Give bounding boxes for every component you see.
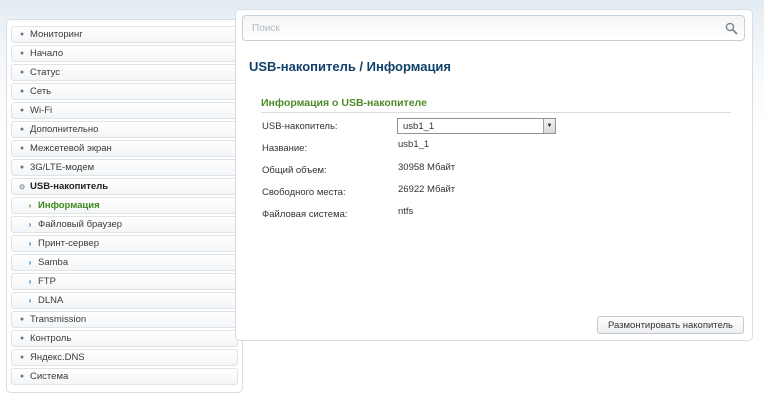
sidebar-item-label: Transmission [30,314,87,325]
sidebar-item-ftp[interactable]: › FTP [11,273,238,290]
chevron-circle-icon: ● [19,145,25,152]
sidebar-item-мониторинг[interactable]: ● Мониторинг [11,26,238,43]
sidebar-item-wi-fi[interactable]: ● Wi-Fi [11,102,238,119]
drive-label: USB-накопитель: [262,121,338,132]
usb-info-section: Информация о USB-накопителе USB-накопите… [261,97,731,221]
expanded-circle-icon: ⊙ [19,183,25,191]
sidebar-item-samba[interactable]: › Samba [11,254,238,271]
sidebar-item-label: DLNA [38,295,64,306]
arrow-right-icon: › [28,277,32,286]
sidebar-item-usb-накопитель[interactable]: ⊙ USB-накопитель [11,178,238,195]
total-label: Общий объем: [262,165,327,176]
sidebar-item-label: Wi-Fi [30,105,53,116]
arrow-right-icon: › [28,201,32,210]
sidebar-item-система[interactable]: ● Система [11,368,238,385]
sidebar-item-label: Принт-сервер [38,238,100,249]
chevron-circle-icon: ● [19,31,25,38]
chevron-circle-icon: ● [19,88,25,95]
sidebar-item-3g-lte-модем[interactable]: ● 3G/LTE-модем [11,159,238,176]
name-row: Название: usb1_1 [261,139,731,161]
name-label: Название: [262,143,308,154]
sidebar-item-label: Межсетевой экран [30,143,112,154]
search-box[interactable] [242,15,745,41]
free-row: Свободного места: 26922 Мбайт [261,181,731,201]
free-label: Свободного места: [262,187,346,198]
drive-select[interactable]: usb1_1 ▼ [397,118,556,134]
sidebar-item-label: FTP [38,276,56,287]
arrow-right-icon: › [28,296,32,305]
drive-row: USB-накопитель: usb1_1 ▼ [261,118,731,141]
sidebar-item-label: Мониторинг [30,29,83,40]
sidebar-item-межсетевой-экран[interactable]: ● Межсетевой экран [11,140,238,157]
fs-value: ntfs [398,206,414,217]
sidebar-item-начало[interactable]: ● Начало [11,45,238,62]
sidebar-item-принт-сервер[interactable]: › Принт-сервер [11,235,238,252]
unmount-button[interactable]: Размонтировать накопитель [596,316,744,334]
sidebar-menu: ● Мониторинг ● Начало ● Статус ● Сеть ● Wi-Fi ● Доп… [6,19,243,393]
chevron-circle-icon: ● [19,126,25,133]
search-input[interactable] [243,16,718,40]
sidebar-item-label: Информация [38,200,100,211]
free-value: 26922 Мбайт [398,184,456,195]
sidebar-item-контроль[interactable]: ● Контроль [11,330,238,347]
chevron-circle-icon: ● [19,373,25,380]
sidebar-item-label: Файловый браузер [38,219,123,230]
drive-select-value: usb1_1 [403,120,435,132]
chevron-circle-icon: ● [19,50,25,57]
sidebar-item-label: Начало [30,48,64,59]
sidebar-item-label: Samba [38,257,69,268]
section-title: Информация о USB-накопителе [261,97,731,113]
sidebar-item-label: Система [30,371,69,382]
sidebar-item-яндекс-dns[interactable]: ● Яндекс.DNS [11,349,238,366]
chevron-circle-icon: ● [19,164,25,171]
sidebar-item-label: 3G/LTE-модем [30,162,95,173]
arrow-right-icon: › [28,220,32,229]
sidebar-item-label: Статус [30,67,61,78]
chevron-circle-icon: ● [19,316,25,323]
sidebar-item-дополнительно[interactable]: ● Дополнительно [11,121,238,138]
sidebar-item-файловый-браузер[interactable]: › Файловый браузер [11,216,238,233]
sidebar-item-label: Сеть [30,86,52,97]
fs-label: Файловая система: [262,209,348,220]
total-row: Общий объем: 30958 Мбайт [261,161,731,181]
sidebar-item-label: Контроль [30,333,72,344]
sidebar-item-сеть[interactable]: ● Сеть [11,83,238,100]
sidebar-item-информация[interactable]: › Информация [11,197,238,214]
main-panel: USB-накопитель / Информация Информация о… [235,9,753,341]
sidebar-item-dlna[interactable]: › DLNA [11,292,238,309]
chevron-circle-icon: ● [19,107,25,114]
chevron-circle-icon: ● [19,335,25,342]
page-title: USB-накопитель / Информация [249,59,452,74]
arrow-right-icon: › [28,258,32,267]
search-icon[interactable] [718,15,744,41]
sidebar-item-статус[interactable]: ● Статус [11,64,238,81]
total-value: 30958 Мбайт [398,162,456,173]
sidebar-item-label: Дополнительно [30,124,99,135]
chevron-circle-icon: ● [19,354,25,361]
arrow-right-icon: › [28,239,32,248]
sidebar-item-label: Яндекс.DNS [30,352,85,363]
dropdown-arrow-icon[interactable]: ▼ [543,119,555,133]
fs-row: Файловая система: ntfs [261,201,731,221]
sidebar-item-label: USB-накопитель [30,181,109,192]
name-value: usb1_1 [398,139,430,150]
chevron-circle-icon: ● [19,69,25,76]
sidebar-item-transmission[interactable]: ● Transmission [11,311,238,328]
